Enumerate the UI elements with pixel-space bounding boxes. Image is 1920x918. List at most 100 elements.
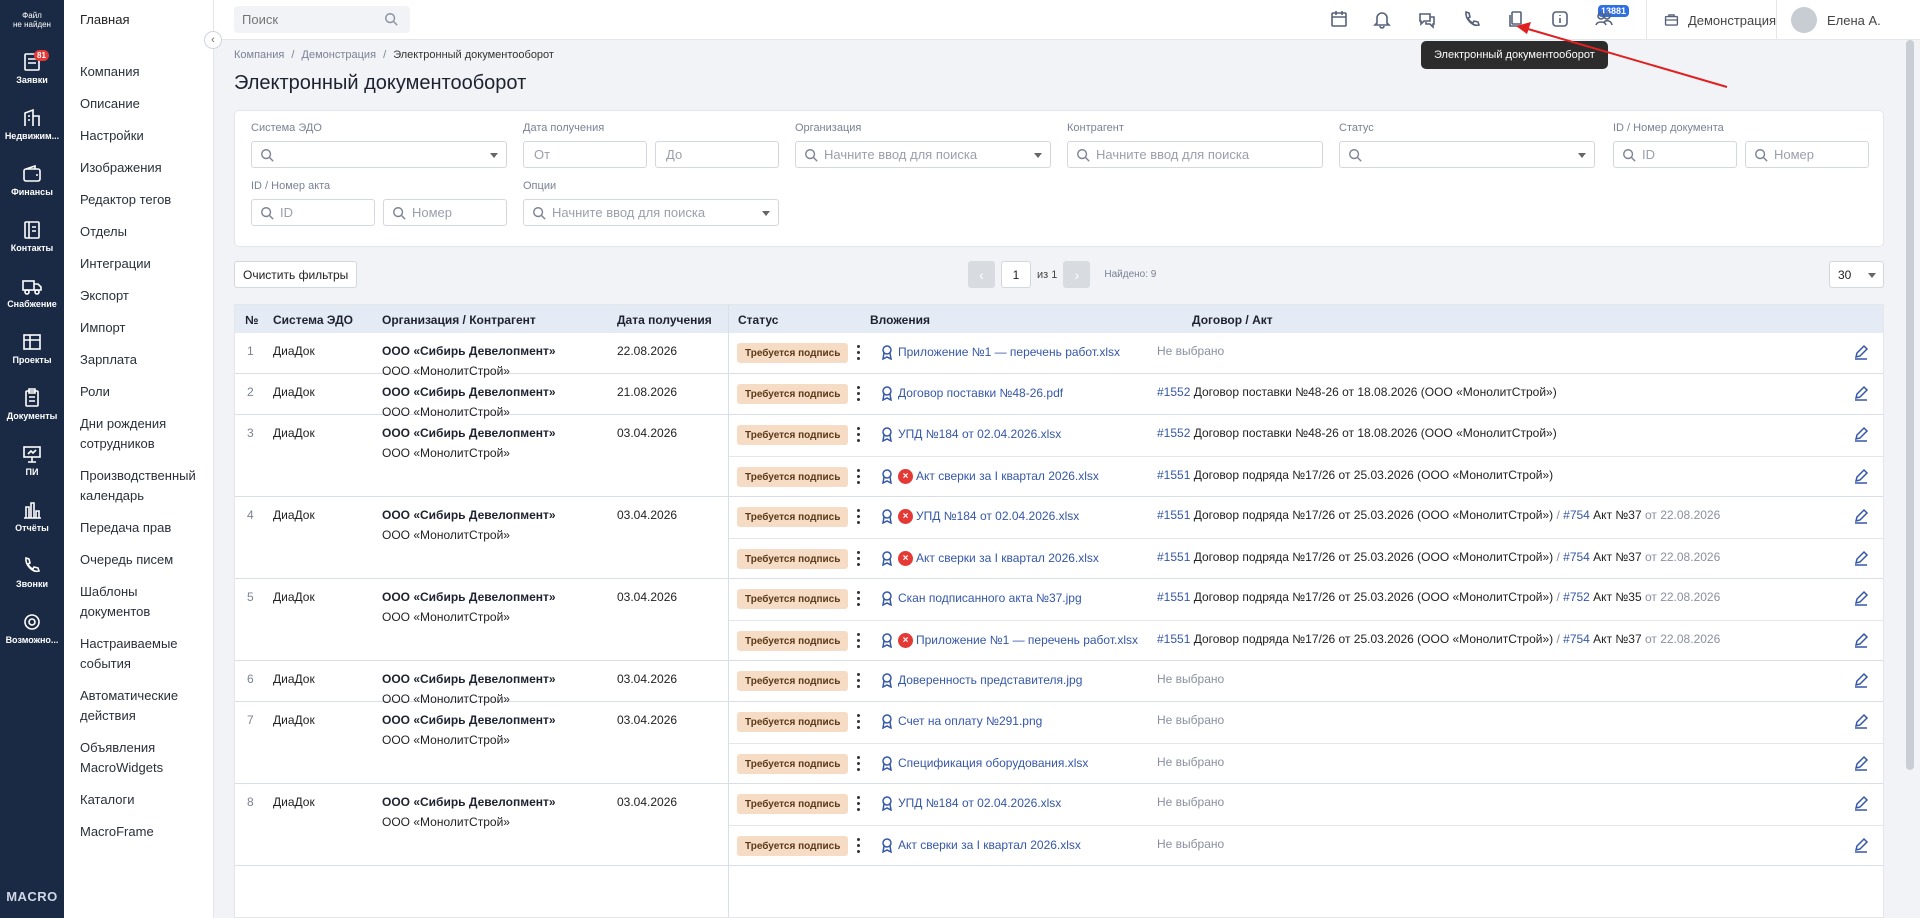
nav-item-gear[interactable]: Возможно... [0,600,64,656]
options-select[interactable]: Начните ввод для поиска [523,199,779,226]
sidebar-home-link[interactable]: Главная [80,12,129,27]
nav-item-documents[interactable]: Документы [0,376,64,432]
table-row[interactable]: 4 ДиаДок ООО «Сибирь Девелопмент» ООО «Моно… [235,497,1883,579]
more-actions-icon[interactable] [857,386,861,402]
more-actions-icon[interactable] [857,591,861,607]
chat-button[interactable] [1417,9,1439,31]
col-attachments[interactable]: Вложения [870,313,930,327]
company-logo[interactable]: Файл не найден [0,0,64,40]
sidebar-item[interactable]: Производственный календарь [80,466,210,506]
attachment-link[interactable]: Приложение №1 — перечень работ.xlsx [879,344,1120,360]
attachment-link[interactable]: Договор поставки №48-26.pdf [879,385,1063,401]
more-actions-icon[interactable] [857,509,861,525]
edit-icon[interactable] [1853,426,1869,442]
edit-icon[interactable] [1853,755,1869,771]
sidebar-item[interactable]: MacroFrame [80,822,210,842]
edit-icon[interactable] [1853,632,1869,648]
breadcrumb-link[interactable]: Компания [234,49,284,61]
col-edo[interactable]: Система ЭДО [273,313,353,327]
nav-item-projects[interactable]: Проекты [0,320,64,376]
more-actions-icon[interactable] [857,633,861,649]
sidebar-item[interactable]: Интеграции [80,254,210,274]
date-to-field[interactable]: До [655,141,779,168]
more-actions-icon[interactable] [857,756,861,772]
sidebar-item[interactable]: Экспорт [80,286,210,306]
edo-select[interactable] [251,141,507,168]
table-row[interactable]: 3 ДиаДок ООО «Сибирь Девелопмент» ООО «Моно… [235,415,1883,497]
edit-icon[interactable] [1853,468,1869,484]
contract-id-link[interactable]: #1551 [1157,508,1190,522]
act-id-link[interactable]: #754 [1563,508,1590,522]
attachment-link[interactable]: Акт сверки за I квартал 2026.xlsx [879,837,1081,853]
attachment-link[interactable]: × УПД №184 от 02.04.2026.xlsx [879,508,1079,524]
users-button[interactable] [1594,9,1616,31]
more-actions-icon[interactable] [857,345,861,361]
more-actions-icon[interactable] [857,673,861,689]
org-select[interactable]: Начните ввод для поиска [795,141,1051,168]
act-id-link[interactable]: #754 [1563,632,1590,646]
scrollbar[interactable] [1906,40,1914,770]
sidebar-item[interactable]: Объявления MacroWidgets [80,738,210,778]
attachment-link[interactable]: УПД №184 от 02.04.2026.xlsx [879,795,1061,811]
page-number-input[interactable]: 1 [1001,261,1031,288]
act-id-link[interactable]: #754 [1563,550,1590,564]
notifications-button[interactable] [1372,9,1394,31]
attachment-link[interactable]: Счет на оплату №291.png [879,713,1042,729]
next-page-button[interactable]: › [1063,261,1091,288]
attachment-link[interactable]: × Приложение №1 — перечень работ.xlsx [879,632,1138,648]
user-menu[interactable]: Елена А. [1776,0,1920,40]
attachment-link[interactable]: Спецификация оборудования.xlsx [879,755,1088,771]
attachment-link[interactable]: Доверенность представителя.jpg [879,672,1082,688]
contract-id-link[interactable]: #1551 [1157,590,1190,604]
workspace-switcher[interactable]: Демонстрация [1646,0,1776,40]
col-date[interactable]: Дата получения [617,313,712,327]
nav-item-building[interactable]: Недвижим... [0,96,64,152]
contract-id-link[interactable]: #1551 [1157,632,1190,646]
doc-id-input[interactable]: ID [1613,141,1737,168]
per-page-select[interactable]: 30 [1829,261,1884,288]
sidebar-item[interactable]: Описание [80,94,210,114]
search-icon[interactable] [384,12,398,26]
more-actions-icon[interactable] [857,469,861,485]
sidebar-item[interactable]: Редактор тегов [80,190,210,210]
nav-item-contacts[interactable]: Контакты [0,208,64,264]
sidebar-item[interactable]: Компания [80,62,210,82]
edit-icon[interactable] [1853,508,1869,524]
nav-item-truck[interactable]: Снабжение [0,264,64,320]
contract-id-link[interactable]: #1552 [1157,426,1190,440]
more-actions-icon[interactable] [857,551,861,567]
sidebar-item[interactable]: Автоматические действия [80,686,210,726]
edo-button[interactable] [1506,9,1528,31]
calls-button[interactable] [1462,9,1484,31]
nav-item-presentation[interactable]: ПИ [0,432,64,488]
edit-icon[interactable] [1853,385,1869,401]
contract-id-link[interactable]: #1551 [1157,550,1190,564]
nav-item-wallet[interactable]: Финансы [0,152,64,208]
sidebar-item[interactable]: Изображения [80,158,210,178]
sidebar-item[interactable]: Дни рождения сотрудников [80,414,210,454]
table-row[interactable]: 1 ДиаДок ООО «Сибирь Девелопмент» ООО «Моно… [235,333,1883,378]
act-id-input[interactable]: ID [251,199,375,226]
col-org[interactable]: Организация / Контрагент [382,313,536,327]
table-row[interactable]: 7 ДиаДок ООО «Сибирь Девелопмент» ООО «Моно… [235,702,1883,784]
nav-item-reports[interactable]: Отчёты [0,488,64,544]
sidebar-item[interactable]: Шаблоны документов [80,582,210,622]
attachment-link[interactable]: УПД №184 от 02.04.2026.xlsx [879,426,1061,442]
col-status[interactable]: Статус [738,313,778,327]
edit-icon[interactable] [1853,837,1869,853]
sidebar-item[interactable]: Настройки [80,126,210,146]
nav-item-requests[interactable]: 81 Заявки [0,40,64,96]
sidebar-item[interactable]: Каталоги [80,790,210,810]
act-id-link[interactable]: #752 [1563,590,1590,604]
sidebar-item[interactable]: Зарплата [80,350,210,370]
contract-id-link[interactable]: #1552 [1157,385,1190,399]
prev-page-button[interactable]: ‹ [968,261,995,288]
table-row[interactable]: 8 ДиаДок ООО «Сибирь Девелопмент» ООО «Моно… [235,784,1883,866]
more-actions-icon[interactable] [857,714,861,730]
more-actions-icon[interactable] [857,427,861,443]
attachment-link[interactable]: Скан подписанного акта №37.jpg [879,590,1082,606]
info-button[interactable] [1550,9,1572,31]
calendar-button[interactable] [1329,9,1351,31]
col-num[interactable]: № [245,313,258,327]
doc-number-input[interactable]: Номер [1745,141,1869,168]
